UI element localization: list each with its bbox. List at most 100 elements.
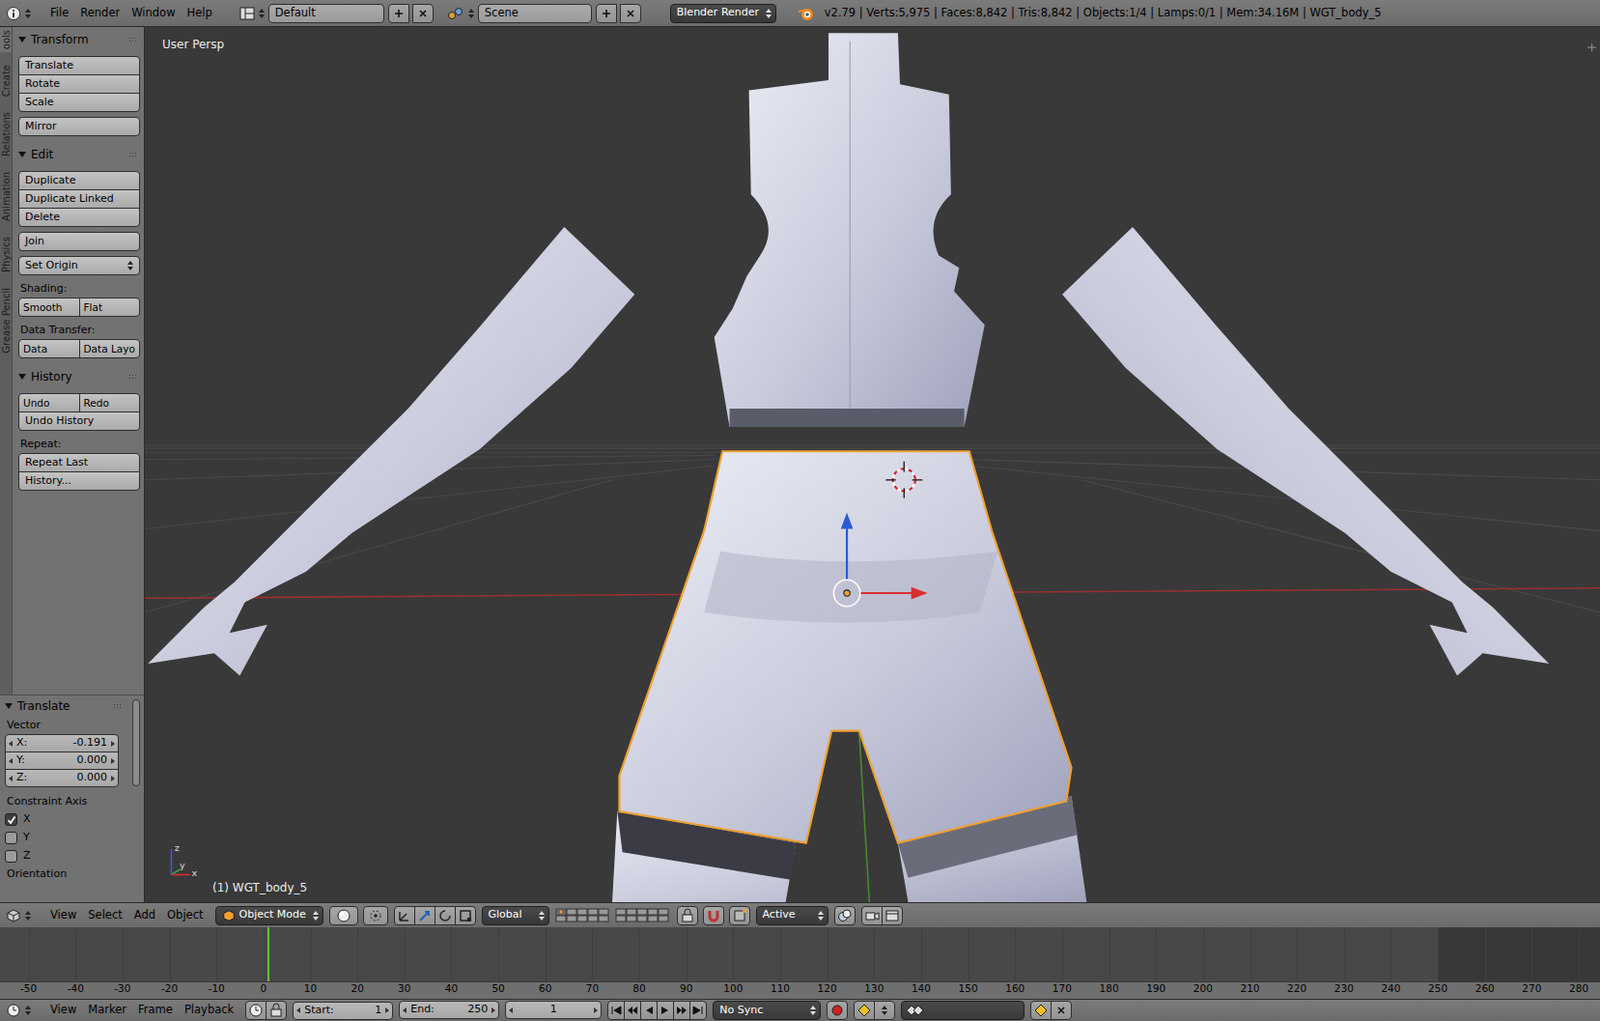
layers-icon[interactable] bbox=[615, 907, 672, 924]
vector-field[interactable]: X:-0.191 bbox=[4, 733, 119, 753]
increment-arrow-icon[interactable] bbox=[593, 1007, 598, 1013]
menu-item[interactable]: View bbox=[44, 1001, 83, 1018]
tool-tab[interactable]: Grease Pencil bbox=[0, 284, 12, 357]
mode-dropdown[interactable]: Object Mode bbox=[215, 905, 324, 926]
timeline[interactable]: -50-40-30-20-100102030405060708090100110… bbox=[0, 926, 1600, 999]
tool-button[interactable]: Duplicate bbox=[18, 170, 141, 191]
decrement-arrow-icon[interactable] bbox=[8, 740, 13, 747]
tool-button[interactable]: Smooth bbox=[18, 297, 81, 317]
decrement-arrow-icon[interactable] bbox=[8, 757, 13, 764]
mesh-object[interactable] bbox=[618, 450, 1071, 843]
jump-to-keyframe-back-button[interactable] bbox=[623, 1000, 642, 1020]
tool-button[interactable]: Undo History bbox=[18, 411, 141, 431]
jump-to-keyframe-forward-button[interactable] bbox=[673, 1000, 691, 1020]
axis-checkbox-row[interactable]: Y bbox=[4, 828, 129, 847]
menu-item[interactable]: View bbox=[44, 906, 83, 924]
sync-dropdown[interactable]: No Sync bbox=[712, 1000, 821, 1020]
increment-arrow-icon[interactable] bbox=[111, 775, 115, 782]
panel-header[interactable]: Translate bbox=[4, 695, 129, 717]
menu-item[interactable]: Frame bbox=[132, 1001, 179, 1018]
tool-tab[interactable]: ools bbox=[0, 27, 12, 53]
axis-checkbox[interactable] bbox=[4, 813, 18, 826]
dropdown-button[interactable]: Set Origin bbox=[18, 255, 141, 276]
preview-range-toggle[interactable] bbox=[245, 1000, 267, 1020]
end-frame-field[interactable]: End:250 bbox=[398, 1000, 500, 1019]
scrollbar[interactable] bbox=[132, 699, 141, 902]
opengl-render-image[interactable] bbox=[861, 905, 883, 926]
tool-button[interactable]: Translate bbox=[18, 56, 141, 76]
timeline-icon[interactable] bbox=[5, 1002, 22, 1018]
proportional-edit[interactable] bbox=[834, 905, 856, 926]
mesh-object[interactable] bbox=[147, 226, 635, 676]
increment-arrow-icon[interactable] bbox=[491, 1007, 496, 1013]
tool-button[interactable]: History... bbox=[18, 471, 141, 491]
play-button[interactable] bbox=[656, 1000, 674, 1020]
tool-button[interactable]: Scale bbox=[18, 92, 141, 113]
panel-header[interactable]: History bbox=[12, 365, 144, 388]
3d-viewport[interactable]: zyxUser Persp(1) WGT_body_5 bbox=[144, 27, 1600, 902]
decrement-arrow-icon[interactable] bbox=[402, 1007, 407, 1013]
menu-item[interactable]: Object bbox=[161, 906, 209, 924]
opengl-render-animation[interactable] bbox=[881, 905, 903, 926]
3d-cursor-icon[interactable] bbox=[885, 461, 923, 499]
axis-checkbox[interactable] bbox=[4, 831, 18, 844]
scrollbar-thumb[interactable] bbox=[132, 699, 141, 786]
scene-icon[interactable] bbox=[447, 6, 465, 21]
lock-layers-button[interactable] bbox=[676, 905, 699, 926]
tool-tab[interactable]: Relations bbox=[0, 109, 12, 160]
layer-buttons[interactable] bbox=[555, 907, 672, 924]
drag-grip-icon[interactable] bbox=[128, 373, 139, 380]
info-icon[interactable] bbox=[5, 5, 22, 22]
snap-toggle[interactable] bbox=[702, 905, 725, 926]
mesh-object[interactable] bbox=[714, 32, 985, 427]
tool-button[interactable]: Redo bbox=[79, 392, 141, 413]
editor-type-menu[interactable] bbox=[5, 1002, 31, 1018]
menu-item[interactable]: Marker bbox=[82, 1001, 133, 1018]
panel-header[interactable]: Transform bbox=[12, 28, 144, 51]
disclosure-triangle-icon[interactable] bbox=[18, 373, 27, 380]
rotate-manipulator[interactable] bbox=[434, 905, 456, 926]
tool-button[interactable]: Delete bbox=[18, 207, 141, 227]
transform-gizmo[interactable] bbox=[833, 512, 927, 607]
insert-keyframe[interactable] bbox=[1030, 1000, 1052, 1020]
start-frame-field[interactable]: Start:1 bbox=[292, 1001, 393, 1020]
tool-button[interactable]: Duplicate Linked bbox=[18, 189, 141, 209]
snap-element[interactable] bbox=[729, 905, 751, 926]
pivot-dropdown[interactable] bbox=[363, 905, 389, 926]
add-layout-button[interactable] bbox=[388, 3, 410, 24]
editor-type-menu[interactable] bbox=[5, 907, 31, 924]
tool-button[interactable]: Data bbox=[18, 338, 81, 359]
disclosure-triangle-icon[interactable] bbox=[18, 151, 27, 158]
decrement-arrow-icon[interactable] bbox=[508, 1007, 513, 1013]
keying-mode[interactable] bbox=[853, 1000, 875, 1020]
snap-target-dropdown[interactable]: Active bbox=[756, 905, 829, 926]
tool-button[interactable]: Join bbox=[18, 231, 141, 252]
tool-button[interactable]: Data Layo bbox=[79, 338, 141, 359]
vector-field[interactable]: Y:0.000 bbox=[4, 751, 119, 770]
panel-header[interactable]: Edit bbox=[12, 143, 144, 166]
menu-item[interactable]: Render bbox=[74, 4, 126, 22]
render-engine-dropdown[interactable]: Blender Render bbox=[670, 3, 777, 24]
3d-view-icon[interactable] bbox=[5, 907, 22, 924]
tool-button[interactable]: Rotate bbox=[18, 74, 141, 94]
menu-item[interactable]: Playback bbox=[178, 1001, 240, 1018]
tool-tab[interactable]: Physics bbox=[0, 233, 12, 276]
increment-arrow-icon[interactable] bbox=[385, 1007, 390, 1013]
tool-button[interactable]: Flat bbox=[79, 297, 141, 317]
play-reverse-button[interactable] bbox=[640, 1000, 658, 1020]
menu-item[interactable]: Select bbox=[82, 906, 128, 924]
drag-grip-icon[interactable] bbox=[128, 151, 139, 158]
keying-set-field[interactable] bbox=[900, 1000, 1025, 1020]
layout-icon[interactable] bbox=[239, 6, 255, 21]
drag-grip-icon[interactable] bbox=[112, 702, 123, 709]
delete-layout-button[interactable] bbox=[412, 3, 434, 24]
delete-keyframe[interactable] bbox=[1050, 1000, 1072, 1020]
shading-dropdown[interactable] bbox=[329, 905, 359, 926]
scale-manipulator[interactable] bbox=[454, 905, 477, 926]
decrement-arrow-icon[interactable] bbox=[8, 775, 13, 782]
tool-button[interactable]: Undo bbox=[18, 392, 81, 413]
increment-arrow-icon[interactable] bbox=[111, 757, 115, 764]
mesh-object[interactable] bbox=[1062, 226, 1549, 676]
editor-type-menu[interactable] bbox=[5, 5, 31, 22]
disclosure-triangle-icon[interactable] bbox=[4, 702, 13, 709]
